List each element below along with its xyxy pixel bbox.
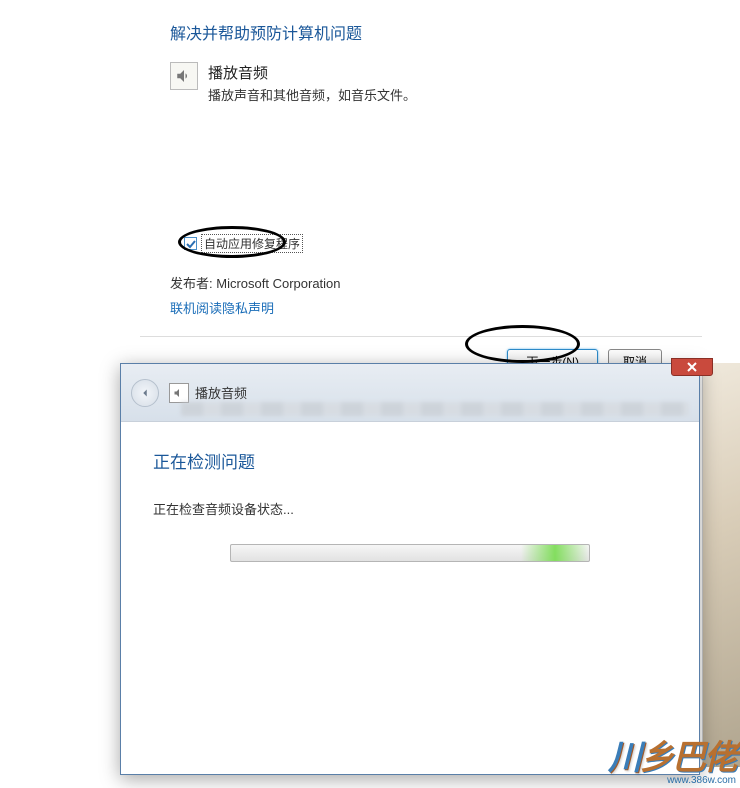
troubleshooter-item-text: 播放音频 播放声音和其他音频，如音乐文件。 bbox=[208, 62, 416, 104]
back-button[interactable] bbox=[131, 379, 159, 407]
dialog-body: 正在检测问题 正在检查音频设备状态... bbox=[121, 422, 699, 588]
close-button[interactable] bbox=[671, 358, 713, 376]
background-photo-strip bbox=[702, 363, 740, 767]
troubleshooter-page: 解决并帮助预防计算机问题 播放音频 播放声音和其他音频，如音乐文件。 自动应用修… bbox=[0, 0, 740, 318]
progress-indicator bbox=[521, 545, 589, 561]
progress-bar bbox=[230, 544, 590, 562]
speaker-icon bbox=[169, 383, 189, 403]
item-title: 播放音频 bbox=[208, 62, 416, 83]
title-bar: 播放音频 bbox=[121, 364, 699, 422]
publisher-value: Microsoft Corporation bbox=[216, 276, 340, 291]
watermark-url: www.386w.com bbox=[608, 775, 736, 786]
blurred-content bbox=[181, 402, 689, 416]
publisher-label: 发布者: bbox=[170, 276, 213, 291]
page-heading: 解决并帮助预防计算机问题 bbox=[170, 20, 740, 44]
auto-repair-checkbox[interactable] bbox=[184, 237, 197, 250]
auto-repair-row: 自动应用修复程序 bbox=[184, 234, 740, 253]
publisher-row: 发布者: Microsoft Corporation bbox=[170, 273, 740, 292]
status-text: 正在检查音频设备状态... bbox=[153, 499, 667, 518]
speaker-icon bbox=[170, 62, 198, 90]
item-description: 播放声音和其他音频，如音乐文件。 bbox=[208, 85, 416, 104]
auto-repair-label: 自动应用修复程序 bbox=[201, 234, 303, 253]
troubleshooter-item[interactable]: 播放音频 播放声音和其他音频，如音乐文件。 bbox=[170, 62, 740, 104]
dialog-heading: 正在检测问题 bbox=[153, 448, 667, 473]
progress-dialog: 播放音频 正在检测问题 正在检查音频设备状态... bbox=[120, 363, 700, 775]
privacy-link[interactable]: 联机阅读隐私声明 bbox=[170, 298, 274, 317]
dialog-title: 播放音频 bbox=[195, 383, 247, 402]
